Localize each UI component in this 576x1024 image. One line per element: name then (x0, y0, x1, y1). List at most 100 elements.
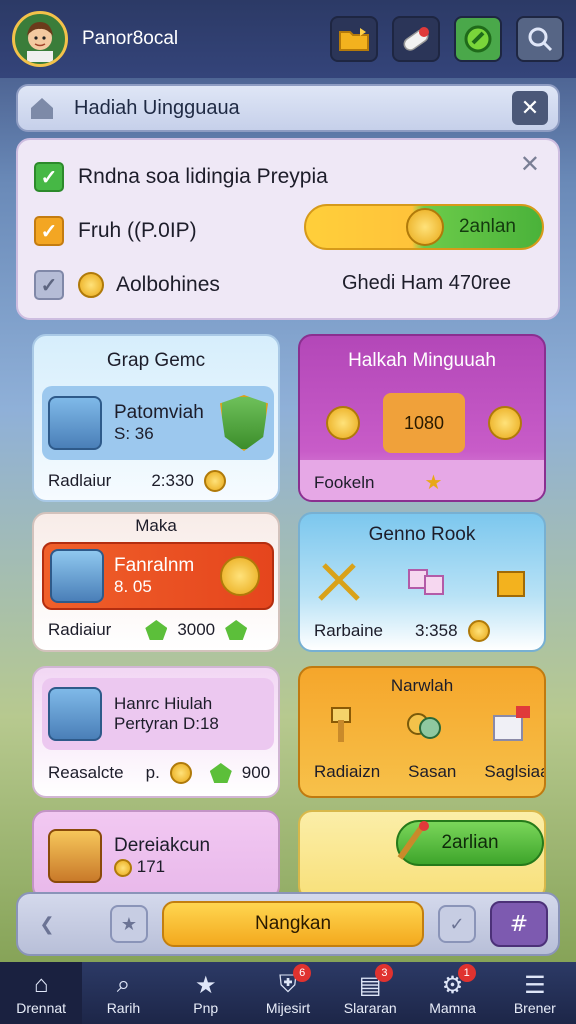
top-bar: Panor8ocal (0, 0, 576, 78)
card-line1: Patomviah (114, 402, 204, 423)
card-line2: 171 (136, 857, 166, 876)
check-icon: ✓ (449, 913, 465, 935)
card-footer: Reasalcte p. 900 (48, 762, 270, 784)
coin-icon (406, 208, 444, 246)
card-footer: Radiaiur 3000 (48, 620, 248, 640)
back-button[interactable]: ❮ (28, 905, 66, 943)
folder-icon (339, 28, 369, 51)
card-grap-gemc[interactable]: Grap Gemc Patomviah S: 36 Radlaiur 2:330 (32, 334, 280, 502)
card-title: Genno Rook (368, 524, 476, 545)
footer-a: Radiaizn (314, 762, 381, 781)
search-icon (528, 27, 553, 52)
card-inner: Dereiakcun 171 (42, 820, 274, 892)
card-title: Halkah Minguuah (348, 350, 496, 371)
header-bar: Hadiah Uingguaua ✕ (16, 84, 560, 132)
treasure-icon (472, 393, 538, 453)
confirm-button[interactable]: ✓ (438, 905, 476, 943)
nav-item-home[interactable]: ⌂ Drennat (0, 962, 83, 1024)
claim-button[interactable]: 2anlan (304, 204, 544, 250)
footer-label: Fookeln (314, 472, 375, 492)
card-inner: Patomviah S: 36 (42, 386, 274, 460)
page-title: Hadiah Uingguaua (74, 96, 240, 119)
card-inner: Fanralnm 8. 05 (42, 542, 274, 610)
primary-action-button[interactable]: Nangkan (162, 901, 424, 947)
checkbox-checked-icon[interactable]: ✓ (34, 162, 64, 192)
coin-icon (467, 620, 490, 642)
nav-item-star[interactable]: ★ Pnp (165, 962, 247, 1024)
card-narwlah[interactable]: Narwlah Radiaizn Sasan Saglsiaa (298, 666, 546, 798)
nav-label: Rarih (106, 1000, 141, 1016)
prize-center: 1080 (383, 393, 465, 453)
nav-item-shield[interactable]: ⛨ 6 Mijesirt (247, 962, 329, 1024)
character-icon (48, 396, 102, 450)
player-avatar[interactable] (12, 11, 68, 67)
card-hanre[interactable]: Hanrc Hiulah Pertyran D:18 Reasalcte p. … (32, 666, 280, 798)
nav-item-gear[interactable]: ⚙ 1 Mamna (411, 962, 493, 1024)
footer-label: Reasalcte (48, 763, 124, 782)
avatar-face-icon (17, 16, 63, 62)
rewards-button[interactable] (454, 16, 502, 62)
card-title: Narwlah (390, 676, 454, 695)
card-maka[interactable]: Maka Fanralnm 8. 05 Radiaiur 3000 (32, 512, 280, 652)
claim-card-label: 2arlian (441, 832, 499, 853)
coin-pile-icon (310, 393, 376, 453)
card-footer: Rarbaine 3:358 (314, 620, 490, 642)
back-arrow-icon: ❮ (39, 913, 55, 935)
favorite-button[interactable]: ★ (110, 905, 148, 943)
hash-icon: # (509, 911, 529, 937)
card-title: Maka (135, 516, 177, 535)
primary-action-label: Nangkan (254, 913, 332, 934)
card-line2: 8. 05 (114, 577, 152, 596)
card-derei[interactable]: Dereiakcun 171 (32, 810, 280, 900)
panel-close-icon[interactable]: ✕ (520, 150, 540, 178)
search-icon: ⌕ (116, 971, 131, 998)
nav-label: Mamna (429, 1000, 476, 1016)
nav-label: Mijesirt (265, 1000, 311, 1016)
gem-icon (145, 620, 168, 640)
coin-stack-icon (78, 272, 104, 298)
card-hadiah[interactable]: Halkah Minguuah 1080 Fookeln ★ (298, 334, 546, 502)
card-claim[interactable]: 2arlian (298, 810, 546, 900)
nav-item-cards[interactable]: ▤ 3 Slararan (329, 962, 411, 1024)
footer-label: Radlaiur (48, 471, 112, 490)
home-icon (31, 98, 53, 119)
footer-label: Radiaiur (48, 620, 112, 639)
card-title: Grap Gemc (106, 350, 206, 371)
card-line2: Pertyran D:18 (114, 714, 219, 733)
menu-icon: ☰ (524, 971, 546, 999)
footer-label: Rarbaine (314, 621, 383, 640)
nav-label: Brener (513, 1000, 556, 1016)
prize-row: 1080 (310, 390, 538, 456)
prize-row (314, 696, 534, 752)
coin-icon (220, 556, 260, 596)
card-footer: Fookeln ★ (314, 470, 442, 495)
notification-badge: 1 (457, 964, 476, 982)
checkbox-locked-icon[interactable]: ✓ (34, 270, 64, 300)
sword-icon (397, 821, 429, 860)
character-icon (48, 687, 102, 741)
nav-item-search[interactable]: ⌕ Rarih (82, 962, 164, 1024)
card-line1: Fanralnm (114, 555, 195, 576)
grid-button[interactable]: # (490, 901, 548, 947)
character-icon (50, 549, 104, 603)
potion-icon (403, 27, 429, 51)
nav-label: Pnp (193, 1000, 219, 1016)
player-name: Panor8ocal (82, 28, 179, 49)
card-genno-rook[interactable]: Genno Rook Rarbaine 3:358 (298, 512, 546, 652)
close-button[interactable]: ✕ (512, 91, 548, 125)
nav-item-menu[interactable]: ☰ Brener (494, 962, 576, 1024)
card-line2: S: 36 (114, 424, 154, 443)
gift-box-icon (497, 571, 525, 597)
footer-b: Sasan (408, 762, 457, 781)
quest-label: Aolbohines (116, 273, 220, 296)
search-button[interactable] (516, 16, 564, 62)
quest-row[interactable]: ✓ Rndna soa lidingia Preypia (34, 150, 542, 204)
quest-label: Fruh ((P.0IP) (78, 219, 197, 242)
checkbox-pending-icon[interactable]: ✓ (34, 216, 64, 246)
nav-label: Slararan (343, 1000, 397, 1016)
link-icon (464, 25, 492, 53)
quest-meta: Ghedi Ham 470ree (342, 272, 511, 294)
potion-button[interactable] (392, 16, 440, 62)
inbox-button[interactable] (330, 16, 378, 62)
medal-icon (407, 713, 441, 739)
